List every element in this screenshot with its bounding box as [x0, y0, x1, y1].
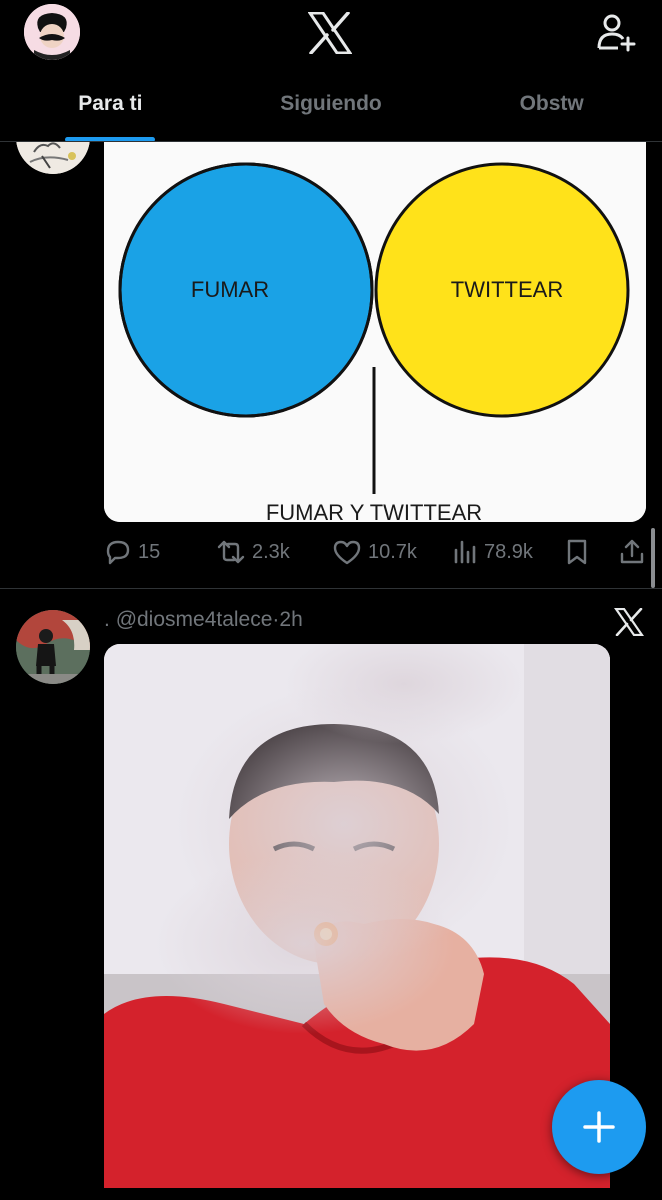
share-icon: [620, 539, 644, 564]
top-bar: Para ti Siguiendo Obstw: [0, 0, 662, 142]
share-button[interactable]: [618, 538, 646, 566]
views-button[interactable]: 78.9k: [452, 538, 533, 566]
tab-siguiendo[interactable]: Siguiendo: [221, 76, 442, 142]
retweet-count: 2.3k: [252, 540, 290, 563]
venn-diagram: FUMAR TWITTEAR FUMAR Y TWITTEAR: [104, 112, 646, 522]
tweet-prefix: .: [104, 608, 110, 631]
intersection-label: FUMAR Y TWITTEAR: [266, 500, 482, 522]
avatar-image: [24, 4, 80, 60]
tab-obstw[interactable]: Obstw: [441, 76, 662, 142]
tweet-divider: [0, 588, 662, 589]
retweet-icon: [217, 540, 245, 564]
scrollbar-thumb[interactable]: [651, 528, 655, 588]
bookmark-button[interactable]: [564, 538, 590, 566]
tab-label: Siguiendo: [280, 92, 382, 115]
video-frame: [104, 644, 610, 1200]
x-logo-icon[interactable]: [614, 608, 644, 636]
tweet-timestamp[interactable]: 2h: [279, 608, 302, 631]
reply-count: 15: [138, 540, 161, 563]
x-logo-icon[interactable]: [308, 12, 352, 54]
tweet-media-image[interactable]: FUMAR TWITTEAR FUMAR Y TWITTEAR: [104, 112, 646, 522]
views-count: 78.9k: [484, 540, 533, 563]
like-button[interactable]: 10.7k: [332, 538, 417, 566]
tweet-header-meta: . @diosme4talece·2h: [104, 608, 303, 632]
views-chart-icon: [454, 540, 476, 564]
avatar-image: [16, 610, 90, 684]
tweet-action-bar: 15 2.3k 10.7k 78.9k: [104, 536, 646, 568]
tab-para-ti[interactable]: Para ti: [0, 76, 221, 142]
compose-button[interactable]: [552, 1080, 646, 1174]
header-divider: [0, 141, 662, 142]
right-circle-label: TWITTEAR: [451, 277, 563, 302]
heart-icon: [333, 540, 361, 565]
retweet-button[interactable]: 2.3k: [216, 538, 290, 566]
add-user-icon[interactable]: [596, 12, 636, 52]
tweet-author-handle[interactable]: @diosme4talece: [116, 608, 273, 631]
account-avatar[interactable]: [24, 4, 80, 60]
tweet-author-avatar[interactable]: [16, 610, 90, 684]
plus-icon: [583, 1111, 615, 1143]
reply-button[interactable]: 15: [104, 538, 160, 566]
timeline-tabs: Para ti Siguiendo Obstw: [0, 76, 662, 142]
reply-icon: [106, 540, 130, 565]
like-count: 10.7k: [368, 540, 417, 563]
bottom-edge: [0, 1188, 662, 1200]
tweet-media-video[interactable]: [104, 644, 610, 1200]
tab-label: Para ti: [78, 92, 143, 115]
left-circle-label: FUMAR: [191, 277, 269, 302]
tab-label: Obstw: [519, 92, 584, 115]
bookmark-icon: [567, 539, 587, 565]
